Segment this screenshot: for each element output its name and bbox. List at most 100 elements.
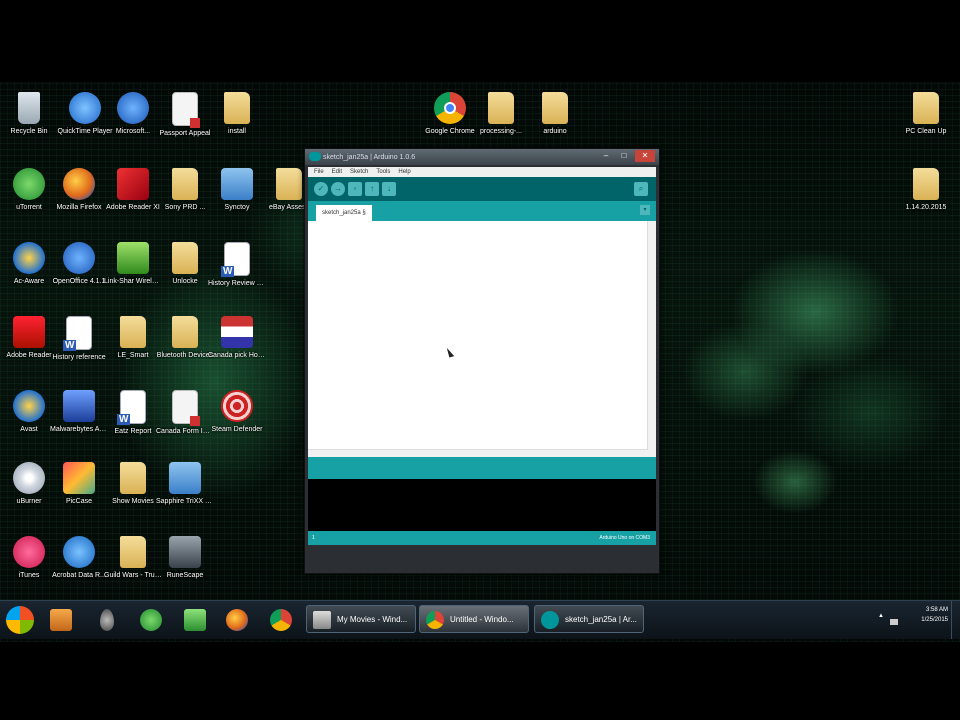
desktop-shortcut-label: Canada Form INSTRUCTIO... (156, 428, 214, 435)
vertical-scrollbar[interactable] (647, 221, 656, 457)
desktop-shortcut[interactable]: Canada pick Hockey Tea (208, 316, 266, 360)
desktop-shortcut[interactable]: Recycle Bin (0, 92, 58, 136)
system-tray: ▲ 3:58 AM 1/25/2015 (878, 605, 948, 625)
desktop-shortcut[interactable]: Malwarebytes Anti-Malware (50, 390, 108, 434)
minimize-button[interactable]: – (599, 150, 613, 162)
desktop-shortcut[interactable]: Canada Form INSTRUCTIO... (156, 390, 214, 436)
serial-monitor-button[interactable]: ⌕ (634, 182, 648, 196)
footer-bar: 1 Arduino Uno on COM3 (308, 531, 656, 545)
tab-menu-button[interactable]: ▾ (640, 205, 650, 215)
arduino-folder-icon (542, 92, 568, 124)
media-player-icon[interactable] (50, 609, 72, 631)
guild-wars-folder-icon (120, 536, 146, 568)
verify-button[interactable]: ✓ (314, 182, 328, 196)
maximize-button[interactable]: □ (617, 150, 631, 162)
close-button[interactable]: ✕ (635, 150, 655, 162)
adobe-reader-icon (13, 316, 45, 348)
taskbar: My Movies - Wind... Untitled - Windo... … (0, 600, 960, 639)
start-button[interactable] (6, 606, 34, 634)
droplet-icon[interactable] (100, 609, 114, 631)
task-arduino[interactable]: sketch_jan25a | Ar... (534, 605, 644, 633)
new-button[interactable]: ▫ (348, 182, 362, 196)
clock-date[interactable]: 1/25/2015 (921, 615, 948, 625)
desktop-shortcut-label: LE_Smart (117, 352, 149, 359)
desktop-shortcut[interactable]: History Review Sheet (208, 242, 266, 288)
horizontal-scrollbar[interactable] (308, 449, 648, 457)
arduino-ide-window[interactable]: sketch_jan25a | Arduino 1.0.6 – □ ✕ File… (304, 148, 660, 574)
menu-help[interactable]: Help (398, 169, 410, 175)
tab-bar: sketch_jan25a § ▾ (308, 201, 656, 221)
menu-sketch[interactable]: Sketch (350, 169, 368, 175)
desktop-shortcut[interactable]: PC Clean Up (897, 92, 955, 136)
desktop-shortcut-label: Synctoy (224, 204, 250, 211)
menu-file[interactable]: File (314, 169, 324, 175)
desktop-shortcut[interactable]: Eatz Report (104, 390, 162, 436)
title-bar[interactable]: sketch_jan25a | Arduino 1.0.6 – □ ✕ (305, 149, 659, 165)
desktop-shortcut[interactable]: install (208, 92, 266, 136)
desktop-shortcut[interactable]: Acrobat Data R... (50, 536, 108, 580)
desktop-shortcut[interactable]: Sony PRD ... (156, 168, 214, 212)
desktop-shortcut[interactable]: Passport Appeal (156, 92, 214, 138)
unlocke-folder-icon (172, 242, 198, 274)
desktop-shortcut[interactable]: 1.14.20.2015 (897, 168, 955, 212)
desktop-shortcut[interactable]: Unlocke (156, 242, 214, 286)
green-app-taskbar-icon[interactable] (184, 609, 206, 631)
desktop-shortcut[interactable]: Adobe Reader XI (104, 168, 162, 212)
show-desktop-button[interactable] (951, 601, 960, 639)
desktop-shortcut-label: History Review Sheet (208, 280, 266, 287)
desktop-shortcut-label: PicCase (65, 498, 93, 505)
desktop-shortcut[interactable]: processing-... (472, 92, 530, 136)
open-button[interactable]: ↑ (365, 182, 379, 196)
desktop-shortcut[interactable]: Synctoy (208, 168, 266, 212)
recycle-bin-icon (18, 92, 40, 124)
desktop-shortcut-label: arduino (543, 128, 567, 135)
desktop-shortcut-label: Link-Shar Wireless (104, 278, 162, 285)
arduino-icon (541, 611, 559, 629)
firefox-taskbar-icon[interactable] (226, 609, 248, 631)
canada-pick-icon (221, 316, 253, 348)
runescape-icon (169, 536, 201, 568)
desktop-shortcut[interactable]: History reference (50, 316, 108, 362)
action-center-flag-icon[interactable] (890, 619, 898, 625)
dated-folder-icon (913, 168, 939, 200)
board-port-label: Arduino Uno on COM3 (599, 535, 650, 541)
desktop-shortcut-label: Adobe Reader XI (106, 204, 160, 211)
upload-button[interactable]: → (331, 182, 345, 196)
show-movies-folder-icon (120, 462, 146, 494)
desktop-shortcut-label: Google Chrome (425, 128, 475, 135)
desktop-shortcut[interactable]: Steam Defender (208, 390, 266, 434)
task-label: My Movies - Wind... (337, 615, 408, 624)
menu-edit[interactable]: Edit (332, 169, 342, 175)
task-untitled-chrome[interactable]: Untitled - Windo... (419, 605, 529, 633)
desktop-shortcut[interactable]: RuneScape (156, 536, 214, 580)
show-hidden-icons-button[interactable]: ▲ (878, 611, 884, 621)
mouse-cursor-icon (446, 346, 455, 358)
desktop-shortcut[interactable]: Guild Wars - True Online (104, 536, 162, 580)
desktop-shortcut[interactable]: PicCase (50, 462, 108, 506)
task-label: Untitled - Windo... (450, 615, 514, 624)
ebay-assess-folder-icon (276, 168, 302, 200)
desktop-shortcut[interactable]: Google Chrome (421, 92, 479, 136)
chrome-taskbar-icon[interactable] (270, 609, 292, 631)
desktop-shortcut[interactable]: Link-Shar Wireless (104, 242, 162, 286)
menu-tools[interactable]: Tools (376, 169, 390, 175)
utorrent-icon (13, 168, 45, 200)
desktop-shortcut-label: Malwarebytes Anti-Malware (50, 426, 108, 433)
desktop-shortcut[interactable]: Show Movies (104, 462, 162, 506)
desktop-shortcut[interactable]: OpenOffice 4.1.1 (50, 242, 108, 286)
clock-time[interactable]: 3:58 AM (921, 605, 948, 615)
utorrent-taskbar-icon[interactable] (140, 609, 162, 631)
desktop-shortcut[interactable]: Microsoft... (104, 92, 162, 136)
synctoy-icon (221, 168, 253, 200)
task-my-movies[interactable]: My Movies - Wind... (306, 605, 416, 633)
desktop-shortcut-label: install (228, 128, 246, 135)
save-button[interactable]: ↓ (382, 182, 396, 196)
tab-sketch[interactable]: sketch_jan25a § (316, 205, 372, 221)
code-editor[interactable] (308, 221, 656, 457)
desktop-shortcut[interactable]: Sapphire TriXX Tool Center (156, 462, 214, 506)
itunes-icon (13, 536, 45, 568)
desktop-shortcut[interactable]: LE_Smart (104, 316, 162, 360)
desktop-shortcut[interactable]: Bluetooth Devices (156, 316, 214, 360)
desktop-shortcut[interactable]: Mozilla Firefox (50, 168, 108, 212)
desktop-shortcut[interactable]: arduino (526, 92, 584, 136)
